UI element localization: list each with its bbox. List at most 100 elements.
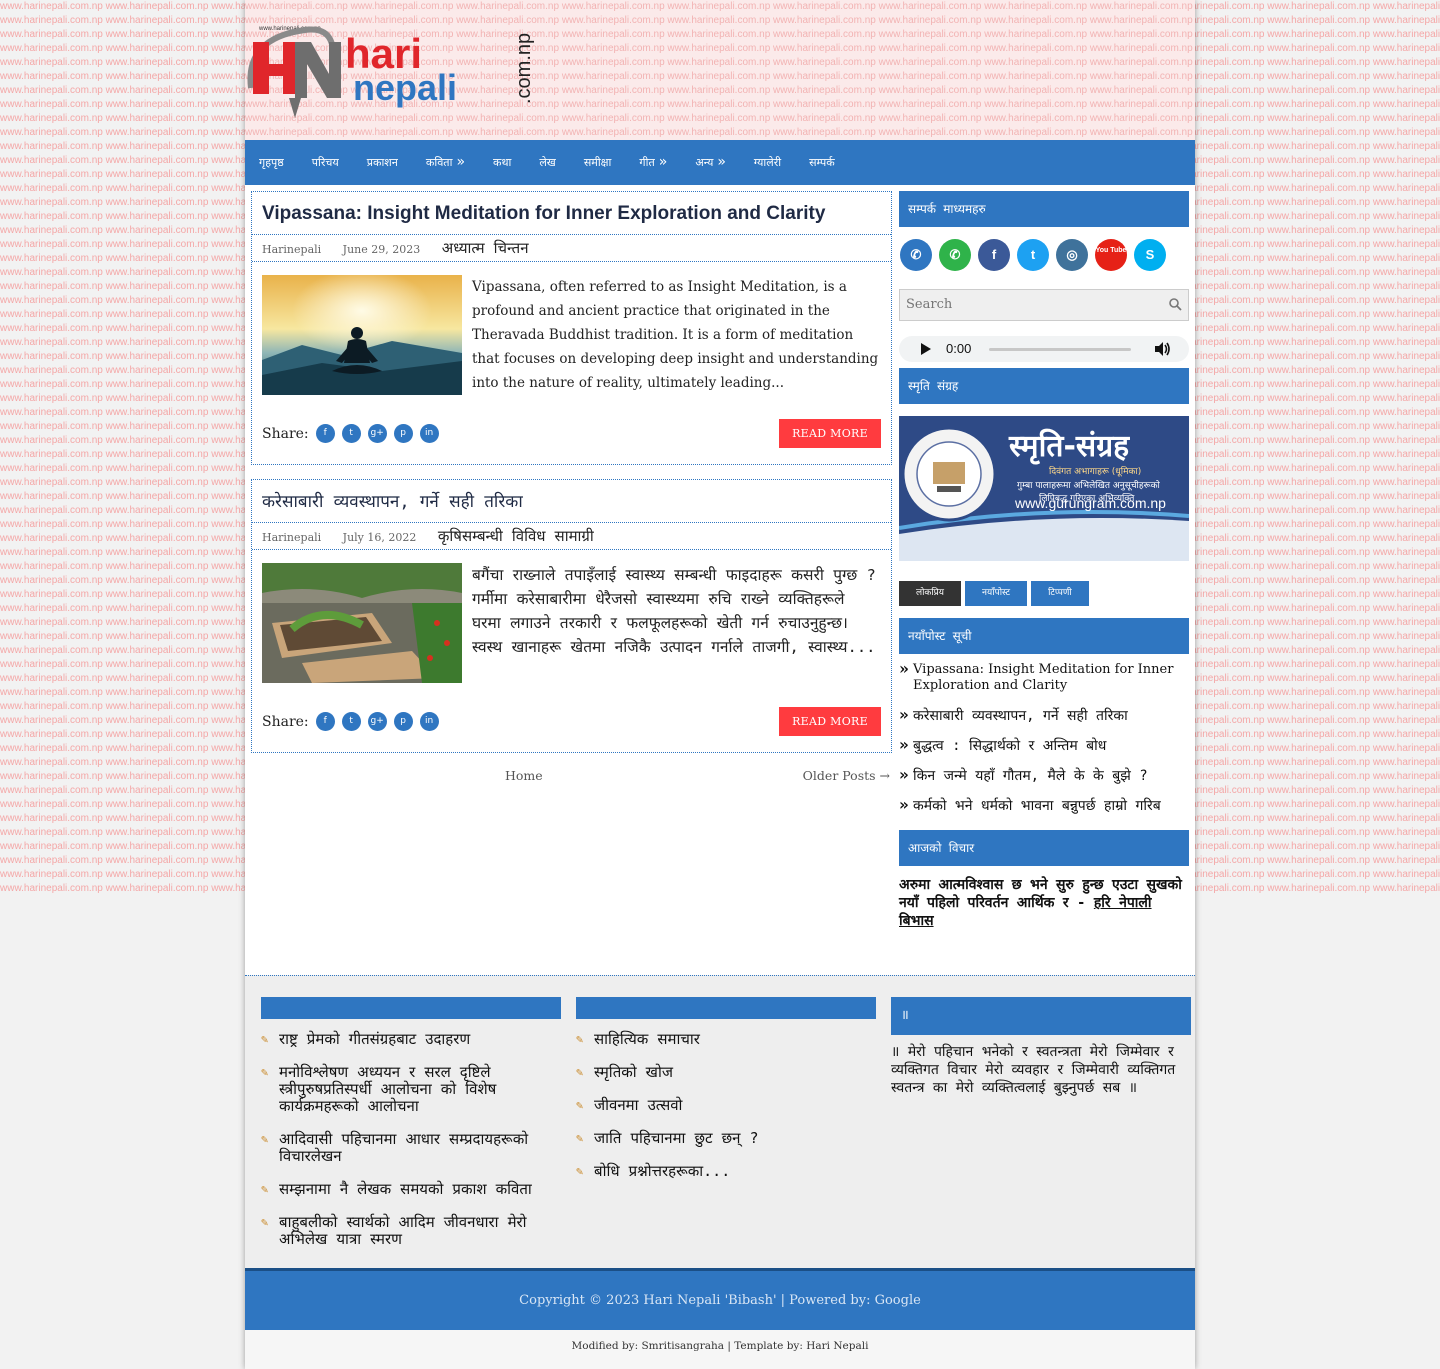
- credits-text: Modified by: Smritisangraha | Template b…: [571, 1340, 869, 1352]
- sidebar-tab[interactable]: टिप्पणी: [1031, 581, 1089, 606]
- nav-item[interactable]: प्रकाशन: [367, 140, 412, 185]
- nav-item[interactable]: परिचय: [312, 140, 353, 185]
- post-author[interactable]: Harinepali: [262, 243, 321, 256]
- footer-link-item[interactable]: ✎ राष्ट्र प्रेमको गीतसंग्रहबाट उदाहरण: [261, 1031, 561, 1048]
- recent-post-link[interactable]: बुद्धत्व : सिद्धार्थको र अन्तिम बोध: [913, 738, 1106, 754]
- post-title[interactable]: करेसाबारी व्यवस्थापन, गर्ने सही तरिका: [252, 480, 891, 523]
- nav-item[interactable]: सम्पर्क: [809, 140, 849, 185]
- footer-link-item[interactable]: ✎ जीवनमा उत्सवो: [576, 1097, 876, 1114]
- post-author[interactable]: Harinepali: [262, 531, 321, 544]
- nav-item[interactable]: गृहपृष्ठ: [259, 140, 298, 185]
- share-label: Share:: [262, 425, 309, 442]
- linkedin-share-icon[interactable]: in: [419, 424, 439, 443]
- footer-link-item[interactable]: ✎ बोधि प्रश्नोत्तरहरूका...: [576, 1163, 876, 1180]
- recent-post-item[interactable]: » कर्मको भने धर्मको भावना बन्नुपर्छ हाम्र…: [899, 797, 1189, 815]
- post-meta: Harinepali July 16, 2022 कृषिसम्बन्धी वि…: [252, 523, 891, 550]
- footer-link[interactable]: सम्झनामा नै लेखक समयको प्रकाश कविता: [279, 1180, 532, 1198]
- instagram-icon[interactable]: ◎: [1056, 239, 1088, 271]
- smriti-sangraha-banner[interactable]: स्मृति-संग्रह दिवंगत अभागाहरू (धूमिका) ग…: [899, 416, 1189, 561]
- nav-item[interactable]: ग्यालेरी: [754, 140, 795, 185]
- audio-progress-bar[interactable]: [989, 348, 1131, 351]
- phone-icon[interactable]: ✆: [900, 239, 932, 271]
- footer-link[interactable]: साहित्यिक समाचार: [594, 1030, 700, 1048]
- nav-item-label: परिचय: [311, 156, 339, 169]
- nav-item[interactable]: कथा: [493, 140, 525, 185]
- garden-thumbnail[interactable]: [262, 563, 462, 683]
- footer-link[interactable]: राष्ट्र प्रेमको गीतसंग्रहबाट उदाहरण: [279, 1030, 470, 1048]
- pagination: Home Older Posts →: [251, 768, 890, 786]
- recent-post-item[interactable]: » बुद्धत्व : सिद्धार्थको र अन्तिम बोध: [899, 737, 1189, 755]
- footer-link-item[interactable]: ✎ मनोविश्लेषण अध्ययन र सरल दृष्टिले स्त्र…: [261, 1064, 561, 1115]
- google-plus-share-icon[interactable]: g+: [367, 424, 387, 443]
- footer-link[interactable]: मनोविश्लेषण अध्ययन र सरल दृष्टिले स्त्री…: [279, 1063, 496, 1115]
- watermark-row: www.harinepali.com.np www.harinepali.com…: [245, 127, 1195, 138]
- footer-column-bar: [576, 997, 876, 1019]
- recent-post-item[interactable]: » Vipassana: Insight Meditation for Inner…: [899, 661, 1189, 694]
- svg-text:गुम्बा पालाहरूमा अभिलेखित अनुस: गुम्बा पालाहरूमा अभिलेखित अनुसूचीहरूको: [1017, 479, 1161, 491]
- skype-icon[interactable]: S: [1134, 239, 1166, 271]
- footer-link[interactable]: बोधि प्रश्नोत्तरहरूका...: [594, 1162, 730, 1180]
- google-plus-share-icon[interactable]: g+: [367, 712, 387, 731]
- footer-link-item[interactable]: ✎ स्मृतिको खोज: [576, 1064, 876, 1081]
- facebook-share-icon[interactable]: f: [315, 424, 335, 443]
- copyright-bar: Copyright © 2023 Hari Nepali 'Bibash' | …: [245, 1268, 1195, 1331]
- footer-link-item[interactable]: ✎ सम्झनामा नै लेखक समयको प्रकाश कविता: [261, 1181, 561, 1198]
- facebook-icon[interactable]: f: [978, 239, 1010, 271]
- recent-post-link[interactable]: Vipassana: Insight Meditation for Inner …: [913, 662, 1173, 693]
- meditation-thumbnail[interactable]: [262, 275, 462, 395]
- share-label: Share:: [262, 713, 309, 730]
- share-bar: Share: f t g+ p in: [262, 424, 439, 443]
- pen-icon: ✎: [576, 1098, 584, 1112]
- recent-posts-title: नयाँपोस्ट सूची: [899, 618, 1189, 654]
- search-input[interactable]: [900, 290, 1156, 318]
- recent-post-item[interactable]: » किन जन्मे यहाँ गौतम, मैले के के बुझे ?: [899, 765, 1189, 785]
- pen-icon: ✎: [261, 1132, 269, 1146]
- audio-player: 0:00: [899, 336, 1189, 362]
- linkedin-share-icon[interactable]: in: [419, 712, 439, 731]
- nav-item[interactable]: समीक्षा: [584, 140, 626, 185]
- footer-link[interactable]: स्मृतिको खोज: [594, 1063, 673, 1081]
- footer-link-item[interactable]: ✎ जाति पहिचानमा छुट छन् ?: [576, 1130, 876, 1147]
- recent-post-link[interactable]: करेसाबारी व्यवस्थापन, गर्ने सही तरिका: [913, 708, 1128, 724]
- play-icon[interactable]: [920, 343, 931, 355]
- footer-link[interactable]: आदिवासी पहिचानमा आधार सम्प्रदायहरूको विच…: [279, 1130, 528, 1165]
- nav-item-label: कविता: [425, 156, 453, 169]
- footer-link[interactable]: बाहुबलीको स्वार्थको आदिम जीवनधारा मेरो अ…: [279, 1213, 527, 1248]
- footer-link-item[interactable]: ✎ आदिवासी पहिचानमा आधार सम्प्रदायहरूको वि…: [261, 1131, 561, 1165]
- post-category[interactable]: अध्यात्म चिन्तन: [442, 239, 529, 257]
- nav-item[interactable]: गीत»: [639, 140, 681, 185]
- footer-link[interactable]: जाति पहिचानमा छुट छन् ?: [594, 1129, 758, 1147]
- search-icon[interactable]: [1169, 298, 1182, 311]
- pinterest-share-icon[interactable]: p: [393, 424, 413, 443]
- footer-link-item[interactable]: ✎ बाहुबलीको स्वार्थको आदिम जीवनधारा मेरो …: [261, 1214, 561, 1248]
- twitter-icon[interactable]: t: [1017, 239, 1049, 271]
- home-link[interactable]: Home: [505, 768, 543, 783]
- post-excerpt: बगैंचा राख्नाले तपाइँलाई स्वास्थ्य सम्बन…: [472, 566, 876, 656]
- twitter-share-icon[interactable]: t: [341, 712, 361, 731]
- facebook-share-icon[interactable]: f: [315, 712, 335, 731]
- read-more-button[interactable]: READ MORE: [779, 419, 881, 448]
- youtube-icon[interactable]: You Tube: [1095, 239, 1127, 271]
- pinterest-share-icon[interactable]: p: [393, 712, 413, 731]
- site-logo[interactable]: www.harinepali.com.np hari nepali .com.n…: [245, 18, 545, 123]
- recent-post-item[interactable]: » करेसाबारी व्यवस्थापन, गर्ने सही तरिका: [899, 707, 1189, 725]
- post-category[interactable]: कृषिसम्बन्धी विविध सामाग्री: [438, 527, 594, 545]
- post-title[interactable]: Vipassana: Insight Meditation for Inner …: [252, 192, 891, 235]
- recent-post-link[interactable]: कर्मको भने धर्मको भावना बन्नुपर्छ हाम्रो…: [913, 798, 1161, 814]
- dropdown-arrow-icon: »: [456, 154, 466, 170]
- contact-widget-title: सम्पर्क माध्यमहरु: [899, 191, 1189, 227]
- recent-post-link[interactable]: किन जन्मे यहाँ गौतम, मैले के के बुझे ?: [913, 768, 1148, 784]
- nav-item[interactable]: लेख: [539, 140, 569, 185]
- read-more-button[interactable]: READ MORE: [779, 707, 881, 736]
- sidebar-tab[interactable]: नयाँपोस्ट: [965, 581, 1028, 606]
- nav-item[interactable]: कविता»: [426, 140, 479, 185]
- twitter-share-icon[interactable]: t: [341, 424, 361, 443]
- sidebar-tab[interactable]: लोकप्रिय: [899, 581, 962, 606]
- whatsapp-icon[interactable]: ✆: [939, 239, 971, 271]
- nav-item[interactable]: अन्य»: [695, 140, 740, 185]
- volume-icon[interactable]: [1155, 342, 1171, 356]
- older-posts-link[interactable]: Older Posts →: [803, 768, 890, 783]
- footer-link[interactable]: जीवनमा उत्सवो: [594, 1096, 682, 1114]
- bullet-arrow-icon: »: [899, 765, 909, 784]
- footer-link-item[interactable]: ✎ साहित्यिक समाचार: [576, 1031, 876, 1048]
